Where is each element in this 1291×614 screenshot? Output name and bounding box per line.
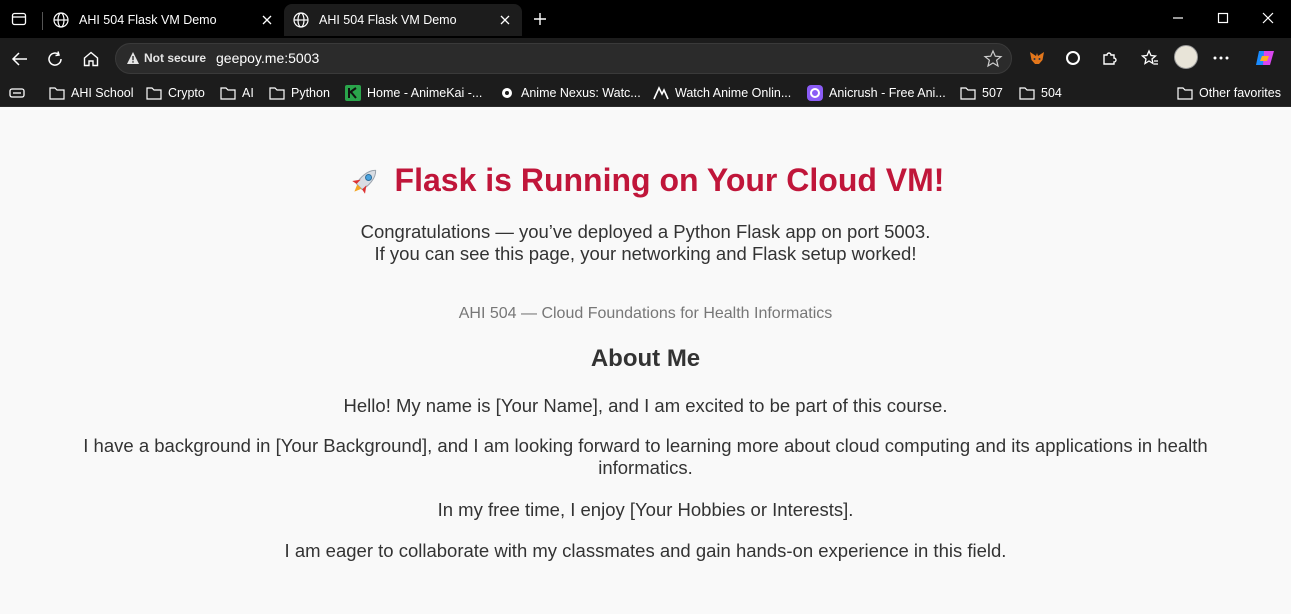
bookmark-other-favorites[interactable]: Other favorites — [1177, 84, 1281, 102]
close-window-button[interactable] — [1258, 8, 1278, 28]
url-text[interactable]: geepoy.me:5003 — [216, 50, 319, 66]
navigation-bar: Not secure geepoy.me:5003 — [0, 38, 1291, 79]
tab-2-active[interactable]: AHI 504 Flask VM Demo — [284, 4, 522, 36]
close-tab-icon[interactable] — [496, 11, 514, 29]
security-status[interactable]: Not secure — [144, 51, 206, 65]
title-text: Flask is Running on Your Cloud VM! — [394, 162, 945, 198]
bookmark-label: 504 — [1041, 86, 1062, 100]
favorite-star-icon[interactable] — [983, 49, 1003, 69]
bookmark-anicrush[interactable]: Anicrush - Free Ani... — [807, 84, 946, 102]
bookmark-label: Crypto — [168, 86, 205, 100]
bookmark-watch-anime[interactable]: Watch Anime Onlin... — [653, 84, 791, 102]
new-tab-button[interactable] — [530, 9, 550, 29]
warning-icon[interactable] — [126, 51, 140, 65]
intro-line-2: If you can see this page, your networkin… — [374, 243, 917, 264]
close-tab-icon[interactable] — [258, 11, 276, 29]
rocket-icon — [347, 163, 383, 199]
folder-icon — [146, 85, 162, 101]
folder-icon — [49, 85, 65, 101]
bookmark-anime-nexus[interactable]: Anime Nexus: Watc... — [499, 84, 641, 102]
folder-icon — [1177, 85, 1193, 101]
bookmark-python[interactable]: Python — [269, 84, 330, 102]
favorites-icon[interactable] — [1139, 47, 1161, 69]
home-button[interactable] — [79, 47, 103, 71]
bookmark-label: AI — [242, 86, 254, 100]
tab-actions-icon[interactable] — [8, 8, 30, 30]
anicrush-icon — [807, 85, 823, 101]
tab-title: AHI 504 Flask VM Demo — [79, 13, 217, 27]
bookmark-animekai[interactable]: Home - AnimeKai -... — [345, 84, 482, 102]
bookmark-label: Anicrush - Free Ani... — [829, 86, 946, 100]
intro-line-1: Congratulations — you’ve deployed a Pyth… — [360, 221, 931, 242]
folder-icon — [220, 85, 236, 101]
bookmarks-bar: AHI School Crypto AI Python Home - Anime… — [0, 79, 1291, 107]
about-paragraph-1: Hello! My name is [Your Name], and I am … — [343, 395, 948, 416]
bookmark-ahi-school[interactable]: AHI School — [49, 84, 134, 102]
profile-avatar[interactable] — [1174, 45, 1198, 69]
anime-site-icon — [653, 85, 669, 101]
tab-strip: AHI 504 Flask VM Demo AHI 504 Flask VM D… — [0, 0, 1291, 38]
folder-icon — [269, 85, 285, 101]
extensions-icon[interactable] — [1098, 47, 1120, 69]
animekai-icon — [345, 85, 361, 101]
bookmark-504[interactable]: 504 — [1019, 84, 1062, 102]
bookmark-ai[interactable]: AI — [220, 84, 254, 102]
sync-extension-icon[interactable] — [1062, 47, 1084, 69]
maximize-button[interactable] — [1213, 8, 1233, 28]
bookmark-label: Other favorites — [1199, 86, 1281, 100]
bookmark-label: Anime Nexus: Watc... — [521, 86, 641, 100]
back-button[interactable] — [8, 47, 32, 71]
minimize-button[interactable] — [1168, 8, 1188, 28]
animenexus-icon — [499, 85, 515, 101]
page-content: Flask is Running on Your Cloud VM! Congr… — [0, 107, 1291, 614]
globe-icon — [52, 11, 70, 29]
more-options-icon[interactable] — [1210, 47, 1232, 69]
about-paragraph-4: I am eager to collaborate with my classm… — [284, 540, 1007, 561]
refresh-button[interactable] — [43, 47, 67, 71]
bookmark-crypto[interactable]: Crypto — [146, 84, 205, 102]
bookmark-label: Home - AnimeKai -... — [367, 86, 483, 100]
globe-icon — [292, 11, 310, 29]
course-subtitle: AHI 504 — Cloud Foundations for Health I… — [458, 305, 833, 322]
about-heading: About Me — [590, 345, 701, 372]
tab-1[interactable]: AHI 504 Flask VM Demo — [42, 4, 284, 36]
folder-icon — [1019, 85, 1035, 101]
copilot-icon[interactable] — [1254, 47, 1276, 69]
bookmark-507[interactable]: 507 — [960, 84, 1003, 102]
bookmark-label: Watch Anime Onlin... — [675, 86, 792, 100]
about-paragraph-3: In my free time, I enjoy [Your Hobbies o… — [437, 499, 854, 520]
bookmark-label: AHI School — [71, 86, 134, 100]
tab-title: AHI 504 Flask VM Demo — [319, 13, 457, 27]
bookmark-label: 507 — [982, 86, 1003, 100]
bookmark-label: Python — [291, 86, 330, 100]
folder-icon — [960, 85, 976, 101]
address-bar[interactable]: Not secure geepoy.me:5003 — [115, 43, 1012, 74]
metamask-extension-icon[interactable] — [1026, 47, 1048, 69]
about-paragraph-2: I have a background in [Your Background]… — [83, 435, 1208, 478]
page-title: Flask is Running on Your Cloud VM! — [0, 162, 1291, 199]
tab-actions-bookmark-icon[interactable] — [9, 84, 31, 102]
